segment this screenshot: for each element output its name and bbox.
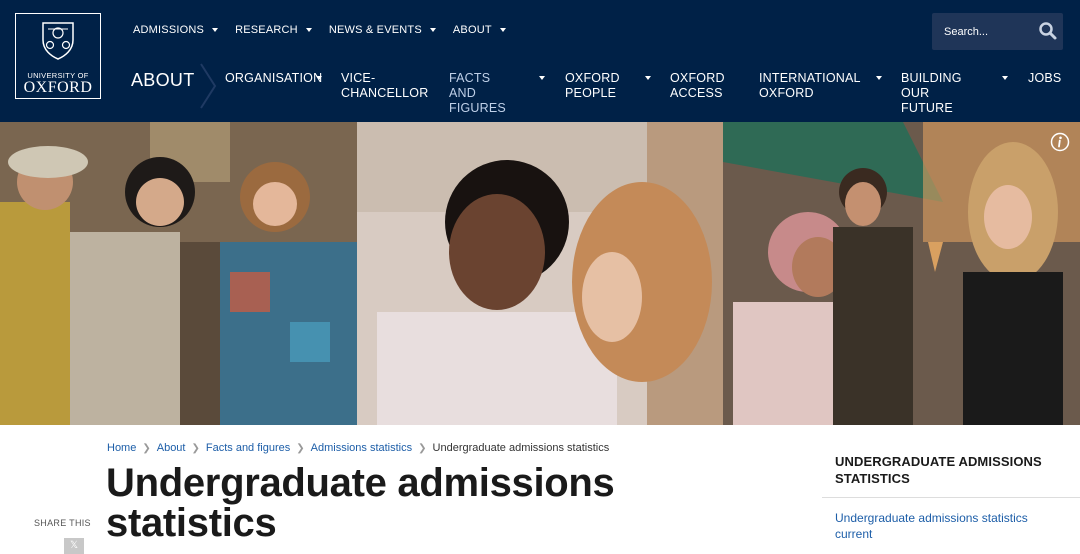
page-title: Undergraduate admissions statistics [106, 461, 615, 545]
caret-down-icon [429, 28, 436, 32]
chevron-right-icon [200, 63, 217, 109]
caret-down-icon [539, 76, 545, 80]
section-title[interactable]: ABOUT [131, 70, 195, 91]
breadcrumb-facts-and-figures[interactable]: Facts and figures [206, 442, 290, 454]
sidebar-link-current[interactable]: Undergraduate admissions statistics curr… [835, 510, 1055, 542]
breadcrumb-home[interactable]: Home [107, 442, 136, 454]
caret-down-icon [1002, 76, 1008, 80]
breadcrumb-separator-icon: ❯ [191, 442, 200, 454]
site-header: UNIVERSITY OF OXFORD ADMISSIONS RESEARCH… [0, 0, 1080, 122]
breadcrumb-separator-icon: ❯ [418, 442, 427, 454]
breadcrumb-about[interactable]: About [157, 442, 186, 454]
breadcrumb-admissions-statistics[interactable]: Admissions statistics [311, 442, 412, 454]
nav-jobs[interactable]: JOBS [1028, 71, 1061, 86]
topnav-research[interactable]: RESEARCH [235, 24, 312, 36]
nav-building-our-future[interactable]: BUILDING OUR FUTURE [901, 71, 962, 116]
nav-oxford-access[interactable]: OXFORD ACCESS [670, 71, 725, 101]
sidebar: UNDERGRADUATE ADMISSIONS STATISTICS [835, 453, 1065, 487]
share-label: SHARE THIS [34, 518, 91, 528]
caret-down-icon [316, 76, 322, 80]
search-icon[interactable] [1038, 21, 1058, 41]
hero-photo-students-headphones [357, 122, 723, 425]
x-logo-icon[interactable]: 𝕏 [64, 538, 84, 554]
breadcrumb-separator-icon: ❯ [142, 442, 151, 454]
hero-banner [0, 122, 1080, 425]
sidebar-title: UNDERGRADUATE ADMISSIONS STATISTICS [835, 454, 1042, 486]
caret-down-icon [212, 28, 219, 32]
topnav-label: RESEARCH [235, 24, 298, 36]
sidebar-divider [822, 497, 1080, 498]
caret-down-icon [876, 76, 882, 80]
crest-icon [42, 22, 74, 60]
oxford-logo[interactable]: UNIVERSITY OF OXFORD [15, 13, 101, 99]
caret-down-icon [645, 76, 651, 80]
nav-vice-chancellor[interactable]: VICE- CHANCELLOR [341, 71, 428, 101]
topnav-about[interactable]: ABOUT [453, 24, 506, 36]
logo-oxford: OXFORD [23, 79, 93, 96]
info-icon[interactable] [1050, 132, 1070, 152]
caret-down-icon [499, 28, 506, 32]
topnav-label: NEWS & EVENTS [328, 24, 422, 36]
breadcrumb: Home ❯ About ❯ Facts and figures ❯ Admis… [107, 442, 609, 454]
nav-organisation[interactable]: ORGANISATION [225, 71, 322, 86]
breadcrumb-separator-icon: ❯ [296, 442, 305, 454]
top-navigation: ADMISSIONS RESEARCH NEWS & EVENTS ABOUT [133, 24, 506, 36]
topnav-label: ADMISSIONS [133, 24, 205, 36]
topnav-label: ABOUT [452, 24, 492, 36]
topnav-admissions[interactable]: ADMISSIONS [133, 24, 219, 36]
topnav-news-events[interactable]: NEWS & EVENTS [329, 24, 436, 36]
caret-down-icon [305, 28, 312, 32]
breadcrumb-current: Undergraduate admissions statistics [432, 442, 610, 454]
hero-photo-students-icecream [723, 122, 1080, 425]
search-box [932, 13, 1063, 50]
hero-photo-students-market [0, 122, 357, 425]
nav-oxford-people[interactable]: OXFORD PEOPLE [565, 71, 620, 101]
nav-facts-and-figures[interactable]: FACTS AND FIGURES [449, 71, 506, 116]
left-share-strip [0, 425, 84, 554]
search-input[interactable] [942, 22, 1034, 42]
nav-international-oxford[interactable]: INTERNATIONAL OXFORD [759, 71, 861, 101]
